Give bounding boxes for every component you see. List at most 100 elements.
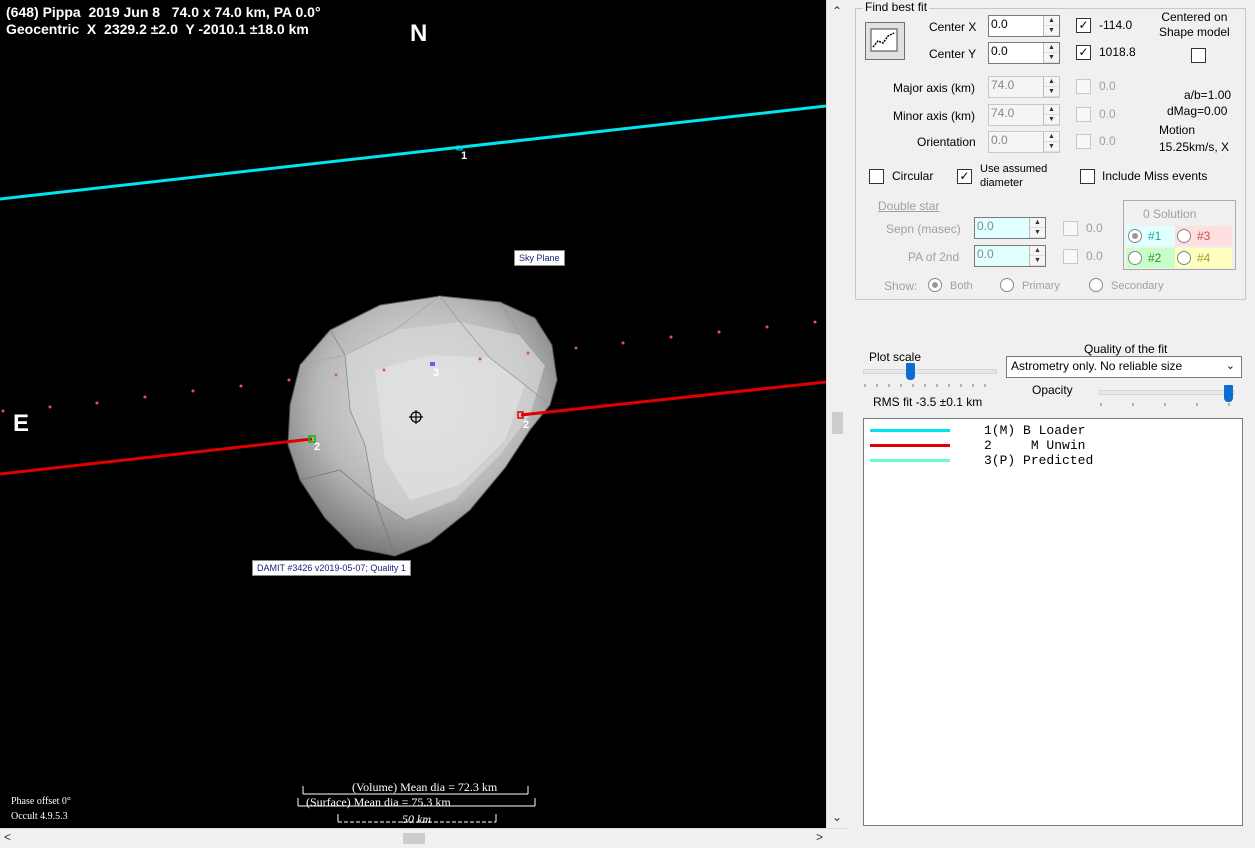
chevron-down-icon: ⌄ xyxy=(1225,360,1235,372)
opacity-ticks xyxy=(1100,403,1230,406)
show-both-label: Both xyxy=(950,280,973,292)
legend-row-3[interactable]: 3(P) Predicted xyxy=(870,453,1093,468)
spin-up-icon: ▲ xyxy=(1044,105,1059,115)
solution-4-option[interactable]: #4 xyxy=(1175,248,1232,268)
find-best-fit-title: Find best fit xyxy=(863,0,930,14)
center-y-input[interactable]: 0.0 ▲ ▼ xyxy=(988,42,1060,64)
vertical-scrollbar[interactable]: ⌃ ⌄ xyxy=(826,0,849,828)
major-axis-fit-checkbox[interactable] xyxy=(1076,79,1091,94)
plot-scale-track[interactable] xyxy=(863,369,997,374)
solution-1-option[interactable]: #1 xyxy=(1126,226,1175,246)
center-y-fit-checkbox[interactable]: ✓ xyxy=(1076,45,1091,60)
horizontal-scrollbar[interactable]: < > xyxy=(0,828,848,848)
center-x-fit-value: -114.0 xyxy=(1099,18,1133,32)
plot-area[interactable]: (648) Pippa 2019 Jun 8 74.0 x 74.0 km, P… xyxy=(0,0,826,828)
include-miss-events-label: Include Miss events xyxy=(1102,169,1208,183)
solution-2-option[interactable]: #2 xyxy=(1126,248,1175,268)
shape-model-label: DAMIT #3426 v2019-05-07; Quality 1 xyxy=(252,560,411,576)
scroll-right-icon[interactable]: > xyxy=(816,830,823,844)
scroll-left-icon[interactable]: < xyxy=(4,830,11,844)
show-secondary-label: Secondary xyxy=(1111,280,1164,292)
chord-1-number: 1 xyxy=(461,150,468,162)
plot-header-line2: Geocentric X 2329.2 ±2.0 Y -2010.1 ±18.0… xyxy=(6,21,309,37)
legend-line-2 xyxy=(870,444,950,447)
center-x-fit-checkbox[interactable]: ✓ xyxy=(1076,18,1091,33)
include-miss-events-checkbox[interactable] xyxy=(1080,169,1095,184)
orientation-input[interactable]: 0.0 ▲ ▼ xyxy=(988,131,1060,153)
chord-3-number: 3 xyxy=(433,367,440,379)
pa2-fit-checkbox[interactable] xyxy=(1063,249,1078,264)
horizontal-scroll-thumb[interactable] xyxy=(403,833,425,844)
minor-axis-input[interactable]: 74.0 ▲ ▼ xyxy=(988,104,1060,126)
solution-2-radio[interactable] xyxy=(1128,251,1142,265)
center-y-fit-value: 1018.8 xyxy=(1099,45,1136,59)
opacity-slider[interactable] xyxy=(1224,385,1233,402)
legend-row-1[interactable]: 1(M) B Loader xyxy=(870,423,1085,438)
solution-3-radio[interactable] xyxy=(1177,229,1191,243)
solution-3-option[interactable]: #3 xyxy=(1175,226,1232,246)
use-assumed-diameter-checkbox[interactable]: ✓ xyxy=(957,169,972,184)
surface-diameter: (Surface) Mean dia = 75.3 km xyxy=(306,795,451,809)
dmag-value: dMag=0.00 xyxy=(1167,104,1228,118)
circular-checkbox[interactable] xyxy=(869,169,884,184)
rms-fit: RMS fit -3.5 ±0.1 km xyxy=(873,395,983,409)
legend-row-2[interactable]: 2 M Unwin xyxy=(870,438,1085,453)
center-x-label: Center X xyxy=(929,20,977,34)
orientation-label: Orientation xyxy=(917,135,976,149)
scroll-down-icon[interactable]: ⌄ xyxy=(832,810,842,824)
ab-ratio: a/b=1.00 xyxy=(1184,88,1232,102)
show-both-radio[interactable] xyxy=(928,278,942,292)
show-primary-radio[interactable] xyxy=(1000,278,1014,292)
orientation-fit-checkbox[interactable] xyxy=(1076,134,1091,149)
sepn-input[interactable]: 0.0 ▲ ▼ xyxy=(974,217,1046,239)
pa2-label: PA of 2nd xyxy=(908,250,960,264)
vertical-scroll-thumb[interactable] xyxy=(832,412,843,434)
spin-down-icon: ▼ xyxy=(1044,26,1059,36)
spin-up-icon: ▲ xyxy=(1044,16,1059,26)
center-x-input[interactable]: 0.0 ▲ ▼ xyxy=(988,15,1060,37)
pa2-input[interactable]: 0.0 ▲ ▼ xyxy=(974,245,1046,267)
double-star-label: Double star xyxy=(878,199,940,213)
solution-1-radio[interactable] xyxy=(1128,229,1142,243)
spin-down-icon: ▼ xyxy=(1044,115,1059,125)
chord-2-right-number: 2 xyxy=(523,419,530,431)
solution-4-radio[interactable] xyxy=(1177,251,1191,265)
major-axis-input[interactable]: 74.0 ▲ ▼ xyxy=(988,76,1060,98)
motion-label: Motion xyxy=(1159,123,1196,137)
asteroid-shape-model xyxy=(287,295,558,557)
find-best-fit-button[interactable] xyxy=(865,22,905,60)
quality-select[interactable]: Astrometry only. No reliable size ⌄ xyxy=(1006,356,1242,378)
sepn-label: Sepn (masec) xyxy=(886,222,961,236)
solution-label: 0 Solution xyxy=(1143,207,1197,221)
chord-2-left-number: 2 xyxy=(314,441,321,453)
plot-scale-ticks xyxy=(864,384,986,387)
motion-value: 15.25km/s, X xyxy=(1159,140,1230,154)
spin-up-icon: ▲ xyxy=(1044,132,1059,142)
north-label: N xyxy=(410,20,428,47)
major-axis-label: Major axis (km) xyxy=(893,81,976,95)
plot-scale-slider[interactable] xyxy=(906,363,916,380)
chord-1-line xyxy=(0,104,826,201)
sepn-fit-checkbox[interactable] xyxy=(1063,221,1078,236)
volume-diameter: (Volume) Mean dia = 72.3 km xyxy=(352,780,498,794)
spin-down-icon: ▼ xyxy=(1044,53,1059,63)
circular-label: Circular xyxy=(892,169,934,183)
sky-plane-plot xyxy=(0,104,826,823)
centered-on-shape-checkbox[interactable] xyxy=(1191,48,1206,63)
show-secondary-radio[interactable] xyxy=(1089,278,1103,292)
observer-legend-list[interactable]: 1(M) B Loader 2 M Unwin 3(P) Predicted xyxy=(863,418,1243,826)
show-primary-label: Primary xyxy=(1022,280,1060,292)
opacity-track[interactable] xyxy=(1099,390,1235,395)
scroll-up-icon[interactable]: ⌃ xyxy=(832,4,842,18)
orientation-fit-value: 0.0 xyxy=(1099,134,1116,148)
spin-up-icon: ▲ xyxy=(1044,43,1059,53)
phase-offset: Phase offset 0° xyxy=(11,796,71,807)
centered-on-shape-label: Centered on Shape model xyxy=(1159,10,1230,39)
spin-down-icon: ▼ xyxy=(1030,256,1045,266)
use-assumed-diameter-label: Use assumed diameter xyxy=(980,163,1048,189)
fit-control-panel: Find best fit Center X 0.0 ▲ ▼ ✓ -114.0 C… xyxy=(849,0,1255,847)
minor-axis-fit-value: 0.0 xyxy=(1099,107,1116,121)
sepn-fit-value: 0.0 xyxy=(1086,221,1103,235)
minor-axis-fit-checkbox[interactable] xyxy=(1076,107,1091,122)
scale-bar-label: 50 km xyxy=(402,812,431,826)
